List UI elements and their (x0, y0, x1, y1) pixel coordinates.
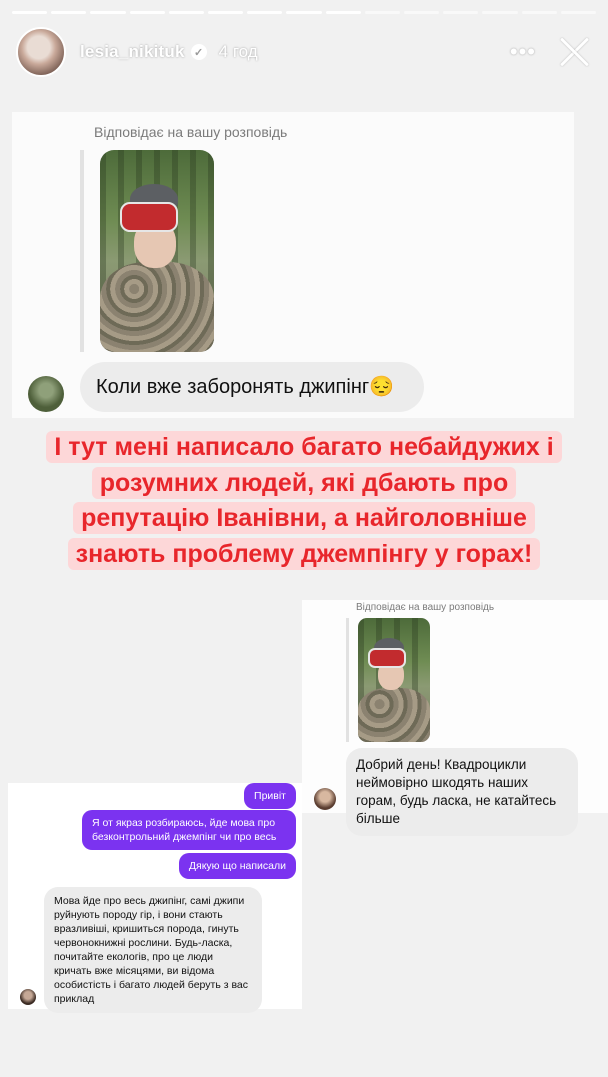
progress-segment (168, 11, 205, 14)
progress-segment (12, 11, 48, 14)
progress-segment (247, 11, 283, 14)
caption-line: репутацію Іванівни, а найголовніше (73, 502, 535, 534)
story-header: lesia_nikituk ✓ 4 год ••• (16, 26, 592, 78)
progress-segment (443, 11, 479, 14)
progress-segment (482, 11, 518, 14)
progress-segment (90, 11, 126, 14)
post-time: 4 год (218, 42, 258, 61)
outgoing-message: Дякую що написали (178, 853, 296, 879)
reply-indicator-bar (346, 618, 349, 742)
verified-badge-icon: ✓ (190, 44, 207, 60)
reply-label: Відповідає на вашу розповідь (94, 124, 288, 140)
outgoing-message: Привіт (244, 783, 296, 809)
dm-screenshot-1: Відповідає на вашу розповідь Коли вже за… (12, 112, 574, 418)
caption-line: І тут мені написало багато небайдужих і (46, 431, 562, 463)
caption-line: розумних людей, які дбають про (91, 466, 517, 499)
sender-avatar (28, 376, 64, 412)
sender-avatar (314, 788, 336, 810)
story-caption: І тут мені написало багато небайдужих і … (0, 430, 608, 572)
incoming-message: Коли вже заборонять джипінг😔 (80, 362, 425, 412)
incoming-message: Добрий день! Квадроцикли неймовірно шкод… (346, 748, 578, 836)
dm-screenshot-2: Відповідає на вашу розповідь Добрий день… (302, 600, 608, 836)
story-thumbnail (100, 150, 214, 352)
progress-segment (560, 11, 597, 14)
caption-line: знають проблему джемпінгу у горах! (67, 537, 541, 570)
progress-segment (521, 11, 557, 14)
reply-indicator-bar (80, 150, 84, 352)
story-progress-bar (12, 11, 597, 14)
incoming-message: Мова йде про весь джипінг, самі джипи ру… (44, 887, 262, 1013)
story-thumbnail (358, 618, 430, 742)
progress-segment (404, 11, 440, 14)
sender-avatar (20, 989, 36, 1005)
avatar[interactable] (16, 27, 66, 77)
progress-segment (51, 11, 87, 14)
outgoing-message: Я от якраз розбираюсь, йде мова про безк… (82, 810, 296, 850)
more-icon[interactable]: ••• (510, 39, 536, 65)
reply-label: Відповідає на вашу розповідь (356, 602, 495, 613)
dm-screenshot-3: Привіт Я от якраз розбираюсь, йде мова п… (8, 783, 302, 1013)
close-icon[interactable] (558, 35, 592, 69)
progress-segment (208, 11, 244, 14)
username[interactable]: lesia_nikituk (80, 42, 185, 62)
progress-segment (129, 11, 165, 14)
progress-segment (286, 11, 322, 14)
progress-segment (325, 11, 361, 14)
progress-segment (364, 11, 401, 14)
